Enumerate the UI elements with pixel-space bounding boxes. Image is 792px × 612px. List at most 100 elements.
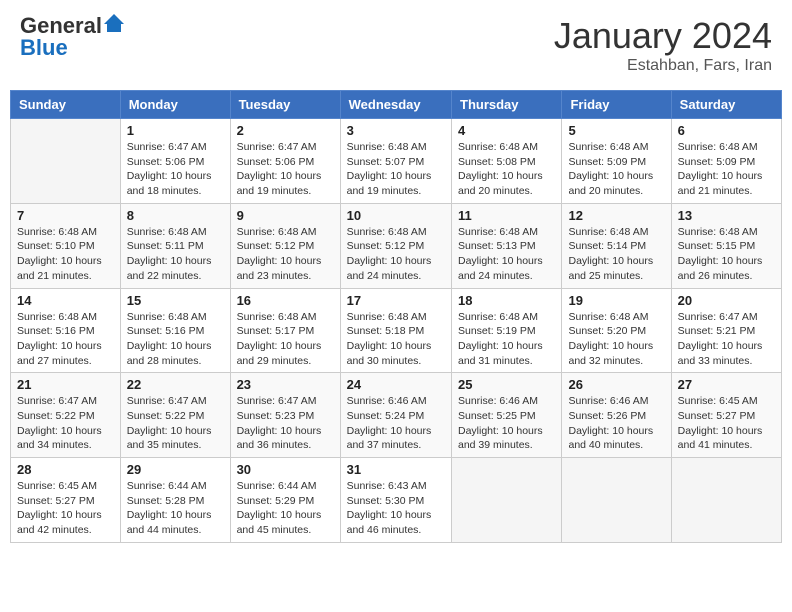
- calendar-cell: 29 Sunrise: 6:44 AM Sunset: 5:28 PM Dayli…: [120, 458, 230, 543]
- calendar-cell: 15 Sunrise: 6:48 AM Sunset: 5:16 PM Dayli…: [120, 288, 230, 373]
- day-info: Sunrise: 6:48 AM Sunset: 5:14 PM Dayligh…: [568, 225, 664, 284]
- calendar-cell: 17 Sunrise: 6:48 AM Sunset: 5:18 PM Dayli…: [340, 288, 451, 373]
- calendar-cell: 4 Sunrise: 6:48 AM Sunset: 5:08 PM Daylig…: [452, 119, 562, 204]
- day-number: 22: [127, 377, 224, 392]
- calendar-week-row: 28 Sunrise: 6:45 AM Sunset: 5:27 PM Dayli…: [11, 458, 782, 543]
- day-info: Sunrise: 6:48 AM Sunset: 5:16 PM Dayligh…: [127, 310, 224, 369]
- day-info: Sunrise: 6:44 AM Sunset: 5:29 PM Dayligh…: [237, 479, 334, 538]
- day-of-week-header: Thursday: [452, 91, 562, 119]
- calendar-cell: 1Sunrise: 6:47 AM Sunset: 5:06 PM Daylig…: [120, 119, 230, 204]
- page-header: General Blue January 2024 Estahban, Fars…: [10, 10, 782, 80]
- day-of-week-header: Tuesday: [230, 91, 340, 119]
- calendar-cell: 8Sunrise: 6:48 AM Sunset: 5:11 PM Daylig…: [120, 203, 230, 288]
- day-of-week-header: Monday: [120, 91, 230, 119]
- calendar-cell: 22 Sunrise: 6:47 AM Sunset: 5:22 PM Dayli…: [120, 373, 230, 458]
- calendar-cell: 19 Sunrise: 6:48 AM Sunset: 5:20 PM Dayli…: [562, 288, 671, 373]
- day-number: 18: [458, 293, 555, 308]
- day-number: 26: [568, 377, 664, 392]
- calendar-cell: 24 Sunrise: 6:46 AM Sunset: 5:24 PM Dayli…: [340, 373, 451, 458]
- calendar-cell: 13 Sunrise: 6:48 AM Sunset: 5:15 PM Dayli…: [671, 203, 781, 288]
- day-number: 31: [347, 462, 445, 477]
- day-info: Sunrise: 6:48 AM Sunset: 5:13 PM Dayligh…: [458, 225, 555, 284]
- day-info: Sunrise: 6:48 AM Sunset: 5:16 PM Dayligh…: [17, 310, 114, 369]
- day-number: 19: [568, 293, 664, 308]
- day-info: Sunrise: 6:47 AM Sunset: 5:21 PM Dayligh…: [678, 310, 775, 369]
- logo: General Blue: [20, 15, 124, 59]
- calendar-cell: 3 Sunrise: 6:48 AM Sunset: 5:07 PM Daylig…: [340, 119, 451, 204]
- day-number: 14: [17, 293, 114, 308]
- day-number: 24: [347, 377, 445, 392]
- calendar-cell: 28 Sunrise: 6:45 AM Sunset: 5:27 PM Dayli…: [11, 458, 121, 543]
- day-info: Sunrise: 6:48 AM Sunset: 5:19 PM Dayligh…: [458, 310, 555, 369]
- calendar-cell: 25 Sunrise: 6:46 AM Sunset: 5:25 PM Dayli…: [452, 373, 562, 458]
- calendar-cell: 5 Sunrise: 6:48 AM Sunset: 5:09 PM Daylig…: [562, 119, 671, 204]
- calendar-cell: 31 Sunrise: 6:43 AM Sunset: 5:30 PM Dayli…: [340, 458, 451, 543]
- calendar-cell: 6Sunrise: 6:48 AM Sunset: 5:09 PM Daylig…: [671, 119, 781, 204]
- calendar-cell: 14 Sunrise: 6:48 AM Sunset: 5:16 PM Dayli…: [11, 288, 121, 373]
- calendar-cell: 27Sunrise: 6:45 AM Sunset: 5:27 PM Dayli…: [671, 373, 781, 458]
- day-info: Sunrise: 6:48 AM Sunset: 5:12 PM Dayligh…: [237, 225, 334, 284]
- day-info: Sunrise: 6:48 AM Sunset: 5:08 PM Dayligh…: [458, 140, 555, 199]
- calendar-cell: 30 Sunrise: 6:44 AM Sunset: 5:29 PM Dayli…: [230, 458, 340, 543]
- day-info: Sunrise: 6:48 AM Sunset: 5:17 PM Dayligh…: [237, 310, 334, 369]
- day-number: 30: [237, 462, 334, 477]
- day-info: Sunrise: 6:48 AM Sunset: 5:15 PM Dayligh…: [678, 225, 775, 284]
- calendar-cell: 12Sunrise: 6:48 AM Sunset: 5:14 PM Dayli…: [562, 203, 671, 288]
- title-block: January 2024 Estahban, Fars, Iran: [554, 15, 772, 75]
- day-info: Sunrise: 6:45 AM Sunset: 5:27 PM Dayligh…: [17, 479, 114, 538]
- day-info: Sunrise: 6:46 AM Sunset: 5:26 PM Dayligh…: [568, 394, 664, 453]
- day-number: 13: [678, 208, 775, 223]
- day-number: 11: [458, 208, 555, 223]
- day-number: 27: [678, 377, 775, 392]
- day-info: Sunrise: 6:48 AM Sunset: 5:10 PM Dayligh…: [17, 225, 114, 284]
- day-number: 2: [237, 123, 334, 138]
- calendar-cell: 26 Sunrise: 6:46 AM Sunset: 5:26 PM Dayli…: [562, 373, 671, 458]
- day-info: Sunrise: 6:43 AM Sunset: 5:30 PM Dayligh…: [347, 479, 445, 538]
- logo-icon: [104, 14, 124, 34]
- calendar-cell: 20Sunrise: 6:47 AM Sunset: 5:21 PM Dayli…: [671, 288, 781, 373]
- day-info: Sunrise: 6:47 AM Sunset: 5:22 PM Dayligh…: [127, 394, 224, 453]
- calendar-cell: [562, 458, 671, 543]
- day-of-week-header: Saturday: [671, 91, 781, 119]
- day-number: 23: [237, 377, 334, 392]
- day-info: Sunrise: 6:46 AM Sunset: 5:25 PM Dayligh…: [458, 394, 555, 453]
- calendar-header-row: SundayMondayTuesdayWednesdayThursdayFrid…: [11, 91, 782, 119]
- day-info: Sunrise: 6:47 AM Sunset: 5:22 PM Dayligh…: [17, 394, 114, 453]
- calendar-week-row: 1Sunrise: 6:47 AM Sunset: 5:06 PM Daylig…: [11, 119, 782, 204]
- day-info: Sunrise: 6:48 AM Sunset: 5:20 PM Dayligh…: [568, 310, 664, 369]
- day-info: Sunrise: 6:48 AM Sunset: 5:09 PM Dayligh…: [678, 140, 775, 199]
- day-info: Sunrise: 6:44 AM Sunset: 5:28 PM Dayligh…: [127, 479, 224, 538]
- day-info: Sunrise: 6:48 AM Sunset: 5:12 PM Dayligh…: [347, 225, 445, 284]
- calendar-cell: 11 Sunrise: 6:48 AM Sunset: 5:13 PM Dayli…: [452, 203, 562, 288]
- calendar-cell: 10 Sunrise: 6:48 AM Sunset: 5:12 PM Dayli…: [340, 203, 451, 288]
- day-number: 4: [458, 123, 555, 138]
- day-info: Sunrise: 6:46 AM Sunset: 5:24 PM Dayligh…: [347, 394, 445, 453]
- day-number: 3: [347, 123, 445, 138]
- day-info: Sunrise: 6:48 AM Sunset: 5:18 PM Dayligh…: [347, 310, 445, 369]
- day-number: 28: [17, 462, 114, 477]
- day-number: 29: [127, 462, 224, 477]
- logo-blue-text: Blue: [20, 37, 68, 59]
- day-info: Sunrise: 6:48 AM Sunset: 5:07 PM Dayligh…: [347, 140, 445, 199]
- calendar-cell: 18 Sunrise: 6:48 AM Sunset: 5:19 PM Dayli…: [452, 288, 562, 373]
- day-info: Sunrise: 6:47 AM Sunset: 5:06 PM Dayligh…: [237, 140, 334, 199]
- day-number: 17: [347, 293, 445, 308]
- day-info: Sunrise: 6:47 AM Sunset: 5:06 PM Dayligh…: [127, 140, 224, 199]
- calendar-week-row: 7Sunrise: 6:48 AM Sunset: 5:10 PM Daylig…: [11, 203, 782, 288]
- logo-general-text: General: [20, 15, 102, 37]
- day-info: Sunrise: 6:48 AM Sunset: 5:09 PM Dayligh…: [568, 140, 664, 199]
- day-number: 5: [568, 123, 664, 138]
- day-number: 25: [458, 377, 555, 392]
- calendar-cell: 21 Sunrise: 6:47 AM Sunset: 5:22 PM Dayli…: [11, 373, 121, 458]
- calendar-location: Estahban, Fars, Iran: [554, 57, 772, 75]
- calendar-cell: [671, 458, 781, 543]
- day-info: Sunrise: 6:48 AM Sunset: 5:11 PM Dayligh…: [127, 225, 224, 284]
- day-number: 9: [237, 208, 334, 223]
- calendar-week-row: 14 Sunrise: 6:48 AM Sunset: 5:16 PM Dayli…: [11, 288, 782, 373]
- day-number: 10: [347, 208, 445, 223]
- day-number: 15: [127, 293, 224, 308]
- calendar-cell: 23Sunrise: 6:47 AM Sunset: 5:23 PM Dayli…: [230, 373, 340, 458]
- day-number: 21: [17, 377, 114, 392]
- day-of-week-header: Wednesday: [340, 91, 451, 119]
- day-number: 16: [237, 293, 334, 308]
